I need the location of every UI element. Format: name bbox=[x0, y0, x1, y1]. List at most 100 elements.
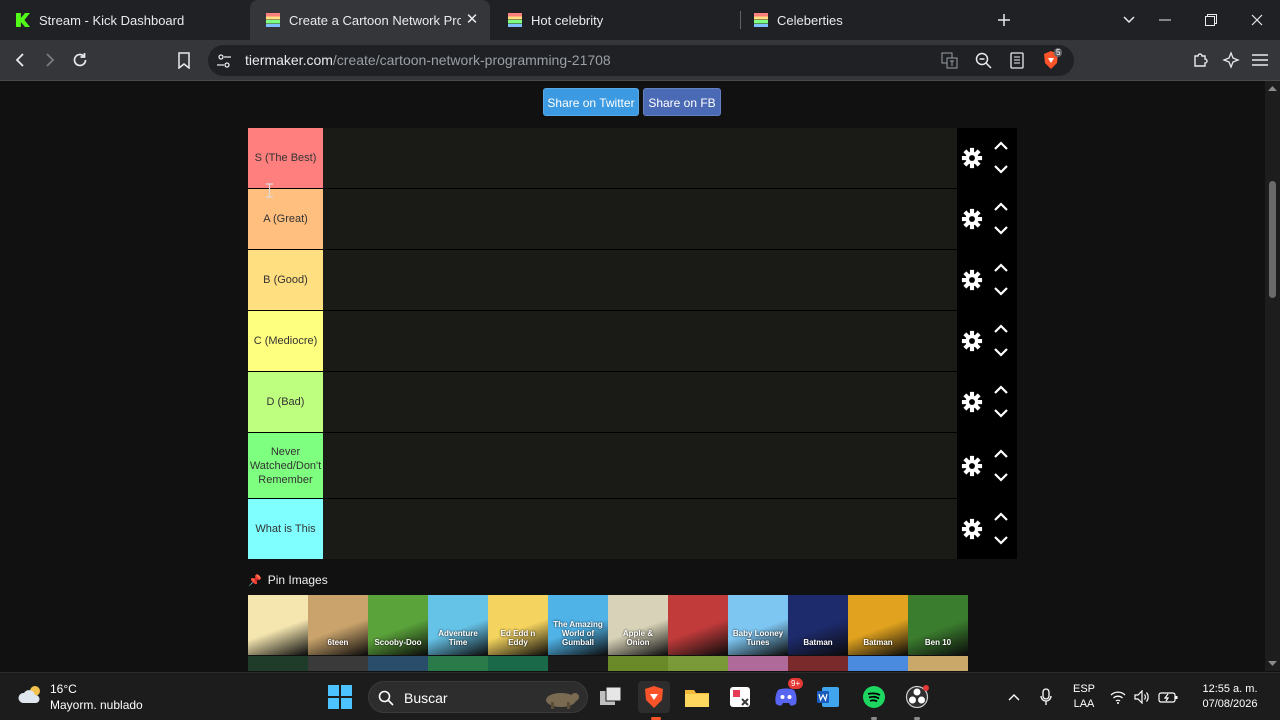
translate-icon[interactable] bbox=[941, 52, 958, 69]
move-down-icon[interactable] bbox=[993, 534, 1009, 546]
tier-item-thumbnail[interactable]: The Amazing World of Gumball bbox=[548, 595, 608, 655]
reader-mode-icon[interactable] bbox=[1010, 52, 1024, 69]
tier-item-thumbnail[interactable] bbox=[248, 595, 308, 655]
brave-shields-button[interactable]: 5 bbox=[1042, 48, 1064, 72]
gear-icon[interactable] bbox=[961, 391, 983, 413]
taskbar-brave[interactable] bbox=[638, 681, 670, 713]
move-down-icon[interactable] bbox=[993, 285, 1009, 297]
weather-description[interactable]: Mayorm. nublado bbox=[50, 698, 143, 712]
input-language[interactable]: ESP LAA bbox=[1066, 682, 1102, 712]
start-button[interactable] bbox=[324, 681, 356, 713]
tier-drop-zone[interactable] bbox=[323, 372, 957, 432]
gear-icon[interactable] bbox=[961, 455, 983, 477]
tier-item-thumbnail[interactable] bbox=[548, 656, 608, 671]
tier-drop-zone[interactable] bbox=[323, 311, 957, 371]
tier-item-thumbnail[interactable]: Ben 10 bbox=[488, 656, 548, 671]
address-bar[interactable]: tiermaker.com/create/cartoon-network-pro… bbox=[208, 45, 1074, 76]
tier-drop-zone[interactable] bbox=[323, 128, 957, 188]
main-menu-button[interactable] bbox=[1248, 48, 1272, 72]
url-text[interactable]: tiermaker.com/create/cartoon-network-pro… bbox=[245, 52, 611, 68]
clock[interactable]: 12:55 a. m. 07/08/2026 bbox=[1192, 682, 1268, 712]
reload-button[interactable] bbox=[68, 48, 92, 72]
move-up-icon[interactable] bbox=[993, 384, 1009, 396]
tier-item-thumbnail[interactable]: Clarence bbox=[848, 656, 908, 671]
weather-temperature[interactable]: 16°C bbox=[50, 682, 77, 696]
tier-item-thumbnail[interactable] bbox=[908, 656, 968, 671]
tier-item-thumbnail[interactable]: Adventure Time bbox=[428, 595, 488, 655]
show-hidden-icons-button[interactable] bbox=[998, 681, 1030, 713]
tab-tiermaker-create[interactable]: Create a Cartoon Network Progr ✕ bbox=[250, 0, 490, 40]
tier-label[interactable]: S (The Best) bbox=[248, 128, 323, 188]
gear-icon[interactable] bbox=[961, 518, 983, 540]
tier-label[interactable]: What is This bbox=[248, 499, 323, 559]
restore-button[interactable] bbox=[1188, 0, 1234, 40]
move-up-icon[interactable] bbox=[993, 448, 1009, 460]
tier-item-thumbnail[interactable] bbox=[788, 656, 848, 671]
move-up-icon[interactable] bbox=[993, 262, 1009, 274]
minimize-button[interactable] bbox=[1142, 0, 1188, 40]
tier-item-thumbnail[interactable]: 6teen bbox=[308, 595, 368, 655]
move-up-icon[interactable] bbox=[993, 140, 1009, 152]
tier-label[interactable]: C (Mediocre) bbox=[248, 311, 323, 371]
task-view-button[interactable] bbox=[595, 681, 627, 713]
taskbar-snipping-tool[interactable] bbox=[724, 681, 756, 713]
move-up-icon[interactable] bbox=[993, 511, 1009, 523]
move-down-icon[interactable] bbox=[993, 471, 1009, 483]
tier-drop-zone[interactable] bbox=[323, 499, 957, 559]
back-button[interactable] bbox=[8, 48, 32, 72]
tier-drop-zone[interactable] bbox=[323, 189, 957, 249]
move-up-icon[interactable] bbox=[993, 323, 1009, 335]
leo-ai-button[interactable] bbox=[1219, 48, 1243, 72]
tier-label[interactable]: Never Watched/Don't Remember bbox=[248, 433, 323, 498]
tier-item-thumbnail[interactable]: Apple & Onion bbox=[608, 595, 668, 655]
taskbar-discord[interactable]: 9+ bbox=[770, 678, 804, 713]
taskbar-word[interactable] bbox=[812, 681, 844, 713]
quick-settings[interactable] bbox=[1106, 681, 1182, 713]
close-window-button[interactable] bbox=[1234, 0, 1280, 40]
gear-icon[interactable] bbox=[961, 208, 983, 230]
tier-item-thumbnail[interactable] bbox=[308, 656, 368, 671]
forward-button[interactable] bbox=[38, 48, 62, 72]
taskbar-file-explorer[interactable] bbox=[681, 681, 713, 713]
tier-item-thumbnail[interactable]: Ed Edd n Eddy bbox=[488, 595, 548, 655]
zoom-icon[interactable] bbox=[975, 52, 992, 69]
tab-kick[interactable]: Stream - Kick Dashboard bbox=[0, 0, 248, 40]
tier-item-thumbnail[interactable]: Scooby-Doo bbox=[368, 595, 428, 655]
tier-item-thumbnail[interactable]: Batman bbox=[788, 595, 848, 655]
tier-item-thumbnail[interactable]: Camp bbox=[608, 656, 668, 671]
tier-item-thumbnail[interactable]: Batman bbox=[848, 595, 908, 655]
gear-icon[interactable] bbox=[961, 269, 983, 291]
tier-label[interactable]: A (Great) bbox=[248, 189, 323, 249]
tier-item-thumbnail[interactable]: Ben 10 bbox=[908, 595, 968, 655]
close-tab-icon[interactable]: ✕ bbox=[464, 12, 480, 28]
tier-label[interactable]: D (Bad) bbox=[248, 372, 323, 432]
pin-images-toggle[interactable]: 📌 Pin Images bbox=[248, 572, 328, 588]
tier-label[interactable]: B (Good) bbox=[248, 250, 323, 310]
microphone-button[interactable] bbox=[1030, 681, 1062, 713]
scroll-down-icon[interactable] bbox=[1268, 661, 1277, 667]
move-down-icon[interactable] bbox=[993, 346, 1009, 358]
tier-drop-zone[interactable] bbox=[323, 433, 957, 498]
weather-widget[interactable] bbox=[18, 683, 44, 709]
site-settings-icon[interactable] bbox=[216, 53, 232, 69]
tab-celeberties[interactable]: Celeberties bbox=[738, 0, 982, 40]
move-up-icon[interactable] bbox=[993, 201, 1009, 213]
tier-item-thumbnail[interactable]: Baby Looney Tunes bbox=[728, 595, 788, 655]
new-tab-button[interactable] bbox=[981, 0, 1027, 40]
move-down-icon[interactable] bbox=[993, 163, 1009, 175]
tier-drop-zone[interactable] bbox=[323, 250, 957, 310]
tier-item-thumbnail[interactable]: Ben 10 bbox=[368, 656, 428, 671]
taskbar-spotify[interactable] bbox=[858, 681, 890, 713]
share-twitter-button[interactable]: Share on Twitter bbox=[543, 88, 639, 116]
tier-item-thumbnail[interactable] bbox=[728, 656, 788, 671]
gear-icon[interactable] bbox=[961, 330, 983, 352]
extensions-button[interactable] bbox=[1189, 48, 1213, 72]
move-down-icon[interactable] bbox=[993, 407, 1009, 419]
page-scrollbar[interactable] bbox=[1265, 81, 1280, 671]
move-down-icon[interactable] bbox=[993, 224, 1009, 236]
tier-item-thumbnail[interactable]: Ben 10 bbox=[248, 656, 308, 671]
gear-icon[interactable] bbox=[961, 147, 983, 169]
tier-item-thumbnail[interactable] bbox=[668, 595, 728, 655]
taskbar-search[interactable]: Buscar bbox=[368, 681, 588, 713]
tab-hot-celebrity[interactable]: Hot celebrity bbox=[492, 0, 736, 40]
